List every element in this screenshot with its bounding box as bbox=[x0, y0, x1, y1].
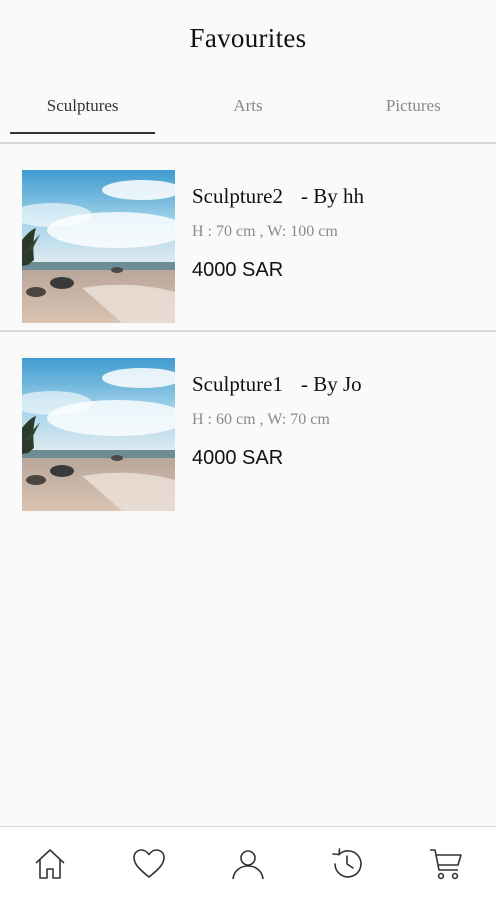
tab-label: Sculptures bbox=[46, 96, 119, 115]
beach-image bbox=[22, 170, 175, 323]
nav-history-button[interactable] bbox=[319, 836, 375, 892]
item-thumbnail[interactable] bbox=[22, 170, 175, 323]
tab-arts[interactable]: Arts bbox=[165, 76, 330, 136]
item-price: 4000 SAR bbox=[192, 259, 284, 281]
nav-home-button[interactable] bbox=[22, 836, 78, 892]
bottom-navigation bbox=[0, 826, 496, 901]
tab-pictures[interactable]: Pictures bbox=[331, 76, 496, 136]
list-item[interactable]: Sculpture1 - By Jo H : 60 cm , W: 70 cm … bbox=[0, 330, 496, 518]
user-icon bbox=[232, 850, 264, 880]
item-thumbnail[interactable] bbox=[22, 358, 175, 511]
item-author: - By Jo bbox=[300, 372, 362, 396]
beach-image bbox=[22, 358, 175, 511]
item-dimensions: H : 60 cm , W: 70 cm bbox=[192, 411, 330, 428]
item-info: Sculpture2 - By hh H : 70 cm , W: 100 cm… bbox=[192, 184, 484, 282]
history-icon bbox=[332, 848, 362, 878]
category-tabs: Sculptures Arts Pictures bbox=[0, 76, 496, 136]
nav-cart-button[interactable] bbox=[418, 836, 474, 892]
item-name: Sculpture2 bbox=[192, 184, 283, 208]
tab-label: Pictures bbox=[385, 96, 441, 115]
tab-sculptures[interactable]: Sculptures bbox=[0, 76, 165, 136]
app-header: Favourites bbox=[0, 0, 496, 76]
heart-icon bbox=[132, 849, 165, 878]
cart-icon bbox=[430, 849, 463, 880]
item-dimensions: H : 70 cm , W: 100 cm bbox=[192, 223, 338, 240]
list-item[interactable]: Sculpture2 - By hh H : 70 cm , W: 100 cm… bbox=[0, 144, 496, 330]
item-name: Sculpture1 bbox=[192, 372, 283, 396]
nav-profile-button[interactable] bbox=[220, 836, 276, 892]
active-tab-indicator bbox=[10, 132, 156, 134]
item-price: 4000 SAR bbox=[192, 447, 284, 469]
item-info: Sculpture1 - By Jo H : 60 cm , W: 70 cm … bbox=[192, 372, 484, 470]
page-title: Favourites bbox=[189, 22, 307, 53]
favourites-list: Sculpture2 - By hh H : 70 cm , W: 100 cm… bbox=[0, 144, 496, 518]
home-icon bbox=[35, 849, 65, 879]
nav-favourites-button[interactable] bbox=[121, 836, 177, 892]
item-author: - By hh bbox=[300, 184, 364, 208]
tab-label: Arts bbox=[233, 96, 263, 115]
